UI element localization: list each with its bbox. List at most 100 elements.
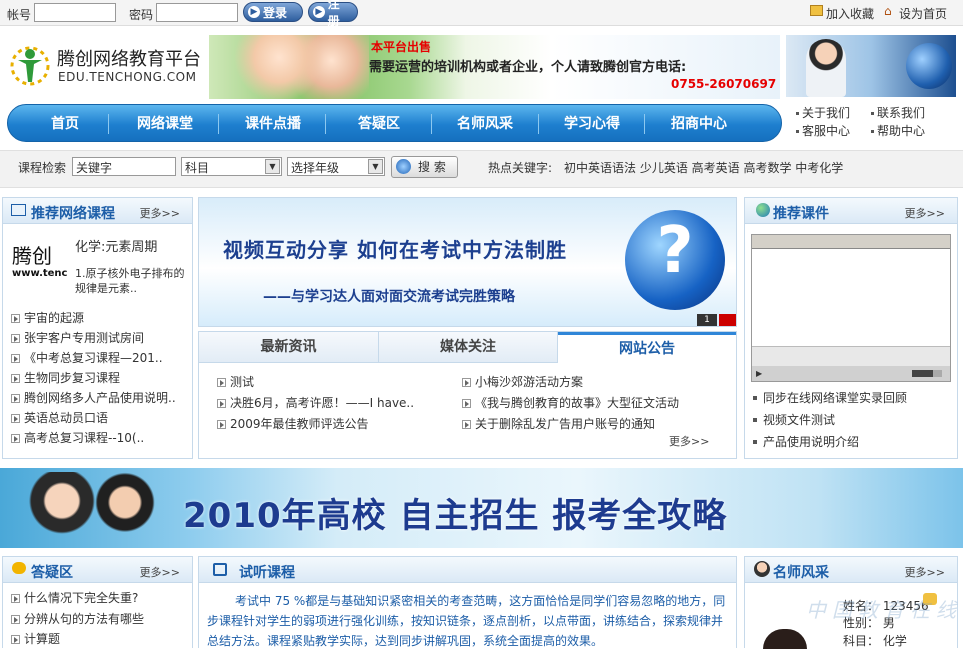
qa-item[interactable]: 什么情况下完全失重? (24, 591, 138, 605)
nav-experience[interactable]: 学习心得 (548, 105, 636, 143)
search-button-label: 搜 索 (418, 160, 446, 174)
courses-more-link[interactable]: 更多>> (140, 205, 180, 221)
courseware-item[interactable]: 视频文件测试 (763, 413, 835, 427)
teacher-photo[interactable] (763, 629, 807, 649)
nav-divider (218, 114, 219, 134)
monitor-icon (213, 563, 227, 576)
password-input[interactable] (156, 3, 238, 22)
top-banner[interactable]: 本平台出售 需要运营的培训机构或者企业，个人请致腾创官方电话: 0755-260… (209, 35, 780, 99)
volume-slider[interactable] (912, 370, 942, 377)
course-item[interactable]: 英语总动员口语 (24, 411, 108, 425)
arrow-icon (11, 615, 20, 624)
nav-online-class[interactable]: 网络课堂 (120, 105, 210, 143)
chevron-down-icon: ▼ (265, 159, 280, 174)
nav-teachers[interactable]: 名师风采 (441, 105, 529, 143)
nav-business[interactable]: 招商中心 (654, 105, 744, 143)
course-item[interactable]: 《中考总复习课程—201.. (24, 351, 163, 365)
qa-panel: 答疑区 更多>> 什么情况下完全失重? 分辨从句的方法有哪些 计算题 (2, 556, 193, 648)
courseware-more-link[interactable]: 更多>> (905, 205, 945, 221)
play-icon[interactable]: ▶ (756, 369, 762, 378)
admission-banner[interactable]: 2010年高校 自主招生 报考全攻略 (0, 468, 963, 548)
watermark: 中国教育在线 (806, 598, 962, 622)
tab-latest-news[interactable]: 最新资讯 (199, 332, 379, 363)
arrow-icon (11, 374, 20, 383)
courseware-item[interactable]: 同步在线网络课堂实录回顾 (763, 391, 907, 405)
slide-page-indicator[interactable]: 1 (697, 314, 717, 326)
tab-media[interactable]: 媒体关注 (379, 332, 558, 363)
search-button[interactable]: 搜 索 (391, 156, 458, 178)
brand-domain: EDU.TENCHONG.COM (58, 70, 197, 84)
nav-qa[interactable]: 答疑区 (335, 105, 423, 143)
arrow-icon (217, 378, 226, 387)
folder-icon (810, 5, 823, 16)
hot-keywords[interactable]: 初中英语语法 少儿英语 高考英语 高考数学 中考化学 (564, 159, 843, 176)
course-thumbnail[interactable]: 腾创 www.tenc (10, 236, 72, 288)
globe-icon (756, 203, 770, 217)
arrow-icon (11, 434, 20, 443)
player-toolbar (752, 235, 950, 249)
arrow-icon (217, 420, 226, 429)
news-item[interactable]: 2009年最佳教师评选公告 (230, 417, 369, 431)
courses-header: 推荐网络课程 更多>> (3, 198, 192, 224)
password-label: 密码 (129, 8, 154, 22)
course-item[interactable]: 高考总复习课程--10(.. (24, 431, 144, 445)
account-label: 帐号 (7, 8, 32, 22)
teacher-subject: 科目： 化学 (843, 634, 907, 648)
news-item[interactable]: 《我与腾创教育的故事》大型征文活动 (475, 396, 679, 410)
course-item[interactable]: 张宇客户专用测试房间 (24, 331, 144, 345)
about-link[interactable]: 关于我们 (802, 106, 850, 120)
slide-next-button[interactable] (719, 314, 736, 326)
contact-link[interactable]: 联系我们 (877, 106, 925, 120)
arrow-icon (11, 314, 20, 323)
book-icon (11, 204, 26, 216)
arrow-icon (11, 334, 20, 343)
arrow-icon: ▶ (313, 6, 325, 18)
grade-value: 选择年级 (291, 161, 340, 175)
nav-courseware[interactable]: 课件点播 (228, 105, 318, 143)
arrow-icon (11, 354, 20, 363)
add-favorite-link[interactable]: 加入收藏 (826, 5, 874, 22)
news-item[interactable]: 测试 (230, 375, 254, 389)
trial-description: 考试中 75 %都是与基础知识紧密相关的考查范畴，这方面恰恰是同学们容易忽略的地… (207, 594, 726, 648)
question-mark-icon: ? (625, 210, 725, 310)
nav-home[interactable]: 首页 (28, 105, 102, 143)
qa-item[interactable]: 计算题 (24, 632, 60, 646)
player-seekbar[interactable] (752, 346, 950, 366)
globe-icon (906, 43, 952, 89)
search-icon (396, 159, 411, 174)
course-item[interactable]: 腾创网络多人产品使用说明.. (24, 391, 176, 405)
slide-banner[interactable]: 视频互动分享 如何在考试中方法制胜 ——与学习达人面对面交流考试完胜策略 ? 1 (198, 197, 737, 327)
arrow-icon: ▶ (248, 6, 260, 18)
tab-announcements[interactable]: 网站公告 (558, 332, 736, 363)
hot-label: 热点关键字: (488, 161, 553, 175)
teacher-more-link[interactable]: 更多>> (905, 564, 945, 580)
grade-select[interactable]: 选择年级 ▼ (287, 157, 385, 176)
brand-name: 腾创网络教育平台 (57, 49, 201, 70)
news-more-link[interactable]: 更多>> (669, 433, 709, 449)
qa-item[interactable]: 分辨从句的方法有哪些 (24, 612, 144, 626)
banner-message: 需要运营的培训机构或者企业，个人请致腾创官方电话: (369, 60, 687, 75)
news-item[interactable]: 关于删除乱发广告用户账号的通知 (475, 417, 655, 431)
search-label: 课程检索 (18, 161, 67, 175)
set-homepage-link[interactable]: 设为首页 (899, 5, 947, 22)
course-item[interactable]: 宇宙的起源 (24, 311, 84, 325)
service-center-link[interactable]: 客服中心 (802, 124, 850, 138)
nav-divider (644, 114, 645, 134)
course-item[interactable]: 生物同步复习课程 (24, 371, 120, 385)
teacher-header: 名师风采 更多>> (745, 557, 957, 583)
register-button[interactable]: ▶ 注册 (308, 0, 358, 28)
featured-course-title[interactable]: 化学:元素周期 (75, 236, 157, 255)
news-item[interactable]: 决胜6月，高考许愿！——I have.. (230, 396, 414, 410)
video-player[interactable]: ▶ (751, 234, 951, 382)
courseware-item[interactable]: 产品使用说明介绍 (763, 435, 859, 449)
nav-divider (325, 114, 326, 134)
subject-select[interactable]: 科目 ▼ (181, 157, 282, 176)
help-center-link[interactable]: 帮助中心 (877, 124, 925, 138)
arrow-icon (462, 378, 471, 387)
keyword-input[interactable]: 关键字 (72, 157, 176, 176)
login-button[interactable]: ▶ 登录 (243, 2, 303, 22)
qa-more-link[interactable]: 更多>> (140, 564, 180, 580)
courseware-panel: 推荐课件 更多>> ▶ 同步在线网络课堂实录回顾 视频文件测试 产品使用说明介绍 (744, 197, 958, 459)
news-item[interactable]: 小梅沙郊游活动方案 (475, 375, 583, 389)
account-input[interactable] (34, 3, 116, 22)
